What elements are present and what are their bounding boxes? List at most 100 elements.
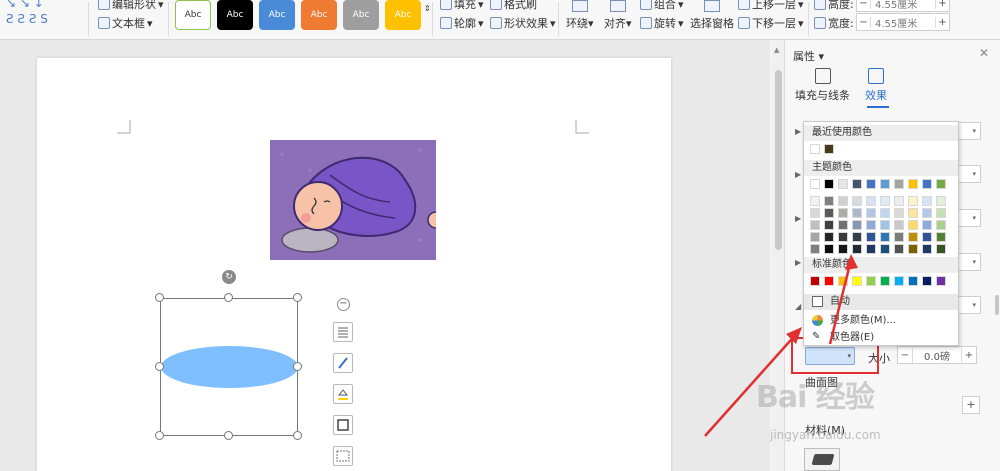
blue-ellipse-shape[interactable] (161, 346, 298, 388)
theme-shade-swatch[interactable] (852, 196, 862, 206)
theme-shade-swatch[interactable] (894, 244, 904, 254)
selection-pane-button[interactable]: 选择窗格 (690, 0, 734, 31)
theme-shade-swatch[interactable] (908, 208, 918, 218)
resize-handle-bottom-left[interactable] (155, 431, 164, 440)
theme-shade-swatch[interactable] (922, 232, 932, 242)
theme-shade-swatch[interactable] (908, 244, 918, 254)
theme-shade-swatch[interactable] (866, 244, 876, 254)
theme-color-swatch[interactable] (894, 179, 904, 189)
theme-shade-swatch[interactable] (894, 196, 904, 206)
shape-style-gray[interactable]: Abc (343, 0, 379, 30)
size-increase-button[interactable]: + (962, 350, 976, 361)
height-decrease-button[interactable]: − (857, 0, 871, 9)
tab-fill-and-line[interactable]: 填充与线条 (795, 68, 850, 103)
theme-shade-swatch[interactable] (838, 208, 848, 218)
theme-shade-swatch[interactable] (810, 208, 820, 218)
layout-options-icon[interactable] (333, 322, 353, 342)
panel-title[interactable]: 属性 ▾ (793, 48, 824, 64)
theme-shade-swatch[interactable] (838, 220, 848, 230)
theme-color-swatch[interactable] (852, 179, 862, 189)
theme-shade-swatch[interactable] (838, 196, 848, 206)
text-box-button[interactable]: 文本框 ▾ (98, 15, 153, 31)
standard-color-swatch[interactable] (894, 276, 904, 286)
standard-color-swatch[interactable] (908, 276, 918, 286)
rotate-handle-icon[interactable]: ↻ (222, 270, 236, 284)
resize-handle-bottom[interactable] (224, 431, 233, 440)
theme-shade-swatch[interactable] (880, 220, 890, 230)
panel-scroll-thumb[interactable] (995, 295, 999, 315)
resize-handle-top-left[interactable] (155, 293, 164, 302)
theme-shade-swatch[interactable] (894, 208, 904, 218)
standard-color-swatch[interactable] (922, 276, 932, 286)
theme-shade-swatch[interactable] (810, 232, 820, 242)
shape-gallery[interactable]: ↘ ↘ ↓ Ƨ Ƨ Ƨ S (4, 0, 84, 36)
theme-shade-swatch[interactable] (866, 232, 876, 242)
pen-outline-icon[interactable] (333, 353, 353, 373)
wrap-button[interactable]: 环绕▾ (566, 0, 594, 31)
format-painter-button[interactable]: 格式刷 (490, 0, 537, 12)
scroll-thumb[interactable] (775, 70, 782, 250)
shape-style-black[interactable]: Abc (217, 0, 253, 30)
height-increase-button[interactable]: + (935, 0, 949, 9)
theme-shade-swatch[interactable] (894, 220, 904, 230)
shape-style-blue[interactable]: Abc (259, 0, 295, 30)
theme-shade-swatch[interactable] (866, 196, 876, 206)
theme-color-swatch[interactable] (838, 179, 848, 189)
theme-shade-swatch[interactable] (936, 208, 946, 218)
edit-shape-button[interactable]: 编辑形状 ▾ (98, 0, 164, 12)
send-backward-button[interactable]: 下移一层 ▾ (738, 15, 804, 31)
theme-shade-swatch[interactable] (880, 244, 890, 254)
size-field[interactable]: − 0.0磅 + (897, 346, 977, 364)
sleeping-cartoon-image[interactable] (270, 140, 436, 260)
shape-style-white[interactable]: Abc (175, 0, 211, 30)
theme-color-swatch[interactable] (880, 179, 890, 189)
theme-shade-swatch[interactable] (838, 232, 848, 242)
group-button[interactable]: 组合 ▾ (640, 0, 684, 12)
theme-shade-swatch[interactable] (852, 232, 862, 242)
resize-handle-bottom-right[interactable] (293, 431, 302, 440)
scroll-up-icon[interactable]: ▲ (774, 46, 779, 54)
theme-shade-swatch[interactable] (908, 196, 918, 206)
surface-increase-button[interactable]: + (962, 396, 980, 414)
shape-frame-icon[interactable] (333, 415, 353, 435)
rotate-button[interactable]: 旋转 ▾ (640, 15, 684, 31)
theme-shade-swatch[interactable] (810, 196, 820, 206)
theme-shade-swatch[interactable] (880, 208, 890, 218)
theme-color-swatch[interactable] (908, 179, 918, 189)
theme-shade-swatch[interactable] (908, 232, 918, 242)
theme-shade-swatch[interactable] (866, 220, 876, 230)
theme-shade-swatch[interactable] (922, 196, 932, 206)
text-box-float-icon[interactable] (333, 446, 353, 466)
theme-shade-swatch[interactable] (866, 208, 876, 218)
theme-shade-swatch[interactable] (936, 220, 946, 230)
theme-shade-swatch[interactable] (852, 208, 862, 218)
standard-color-swatch[interactable] (866, 276, 876, 286)
collapse-toolbar-icon[interactable]: − (337, 298, 350, 311)
theme-color-swatch[interactable] (824, 179, 834, 189)
theme-shade-swatch[interactable] (880, 196, 890, 206)
theme-shade-swatch[interactable] (922, 220, 932, 230)
tab-effects[interactable]: 效果 (865, 68, 887, 103)
shape-style-gold[interactable]: Abc (385, 0, 421, 30)
document-page[interactable] (37, 58, 671, 471)
expand-shadow-icon[interactable]: ▶ (795, 127, 801, 136)
width-field[interactable]: − 4.55厘米 + (856, 13, 950, 31)
resize-handle-left[interactable] (155, 362, 164, 371)
shape-effects-button[interactable]: 形状效果 ▾ (490, 15, 556, 31)
material-preset-thumbnail[interactable] (804, 448, 840, 471)
theme-shade-swatch[interactable] (824, 208, 834, 218)
theme-shade-swatch[interactable] (852, 220, 862, 230)
width-increase-button[interactable]: + (935, 16, 949, 28)
theme-shade-swatch[interactable] (810, 220, 820, 230)
fill-bucket-icon[interactable] (333, 384, 353, 404)
standard-color-swatch[interactable] (880, 276, 890, 286)
theme-shade-swatch[interactable] (908, 220, 918, 230)
theme-shade-swatch[interactable] (880, 232, 890, 242)
styles-more-button[interactable]: ⇕ (424, 4, 431, 13)
theme-shade-swatch[interactable] (824, 196, 834, 206)
outline-button[interactable]: 轮廓 ▾ (440, 15, 484, 31)
theme-shade-swatch[interactable] (936, 196, 946, 206)
theme-shade-swatch[interactable] (936, 232, 946, 242)
theme-shade-swatch[interactable] (922, 208, 932, 218)
standard-color-swatch[interactable] (936, 276, 946, 286)
